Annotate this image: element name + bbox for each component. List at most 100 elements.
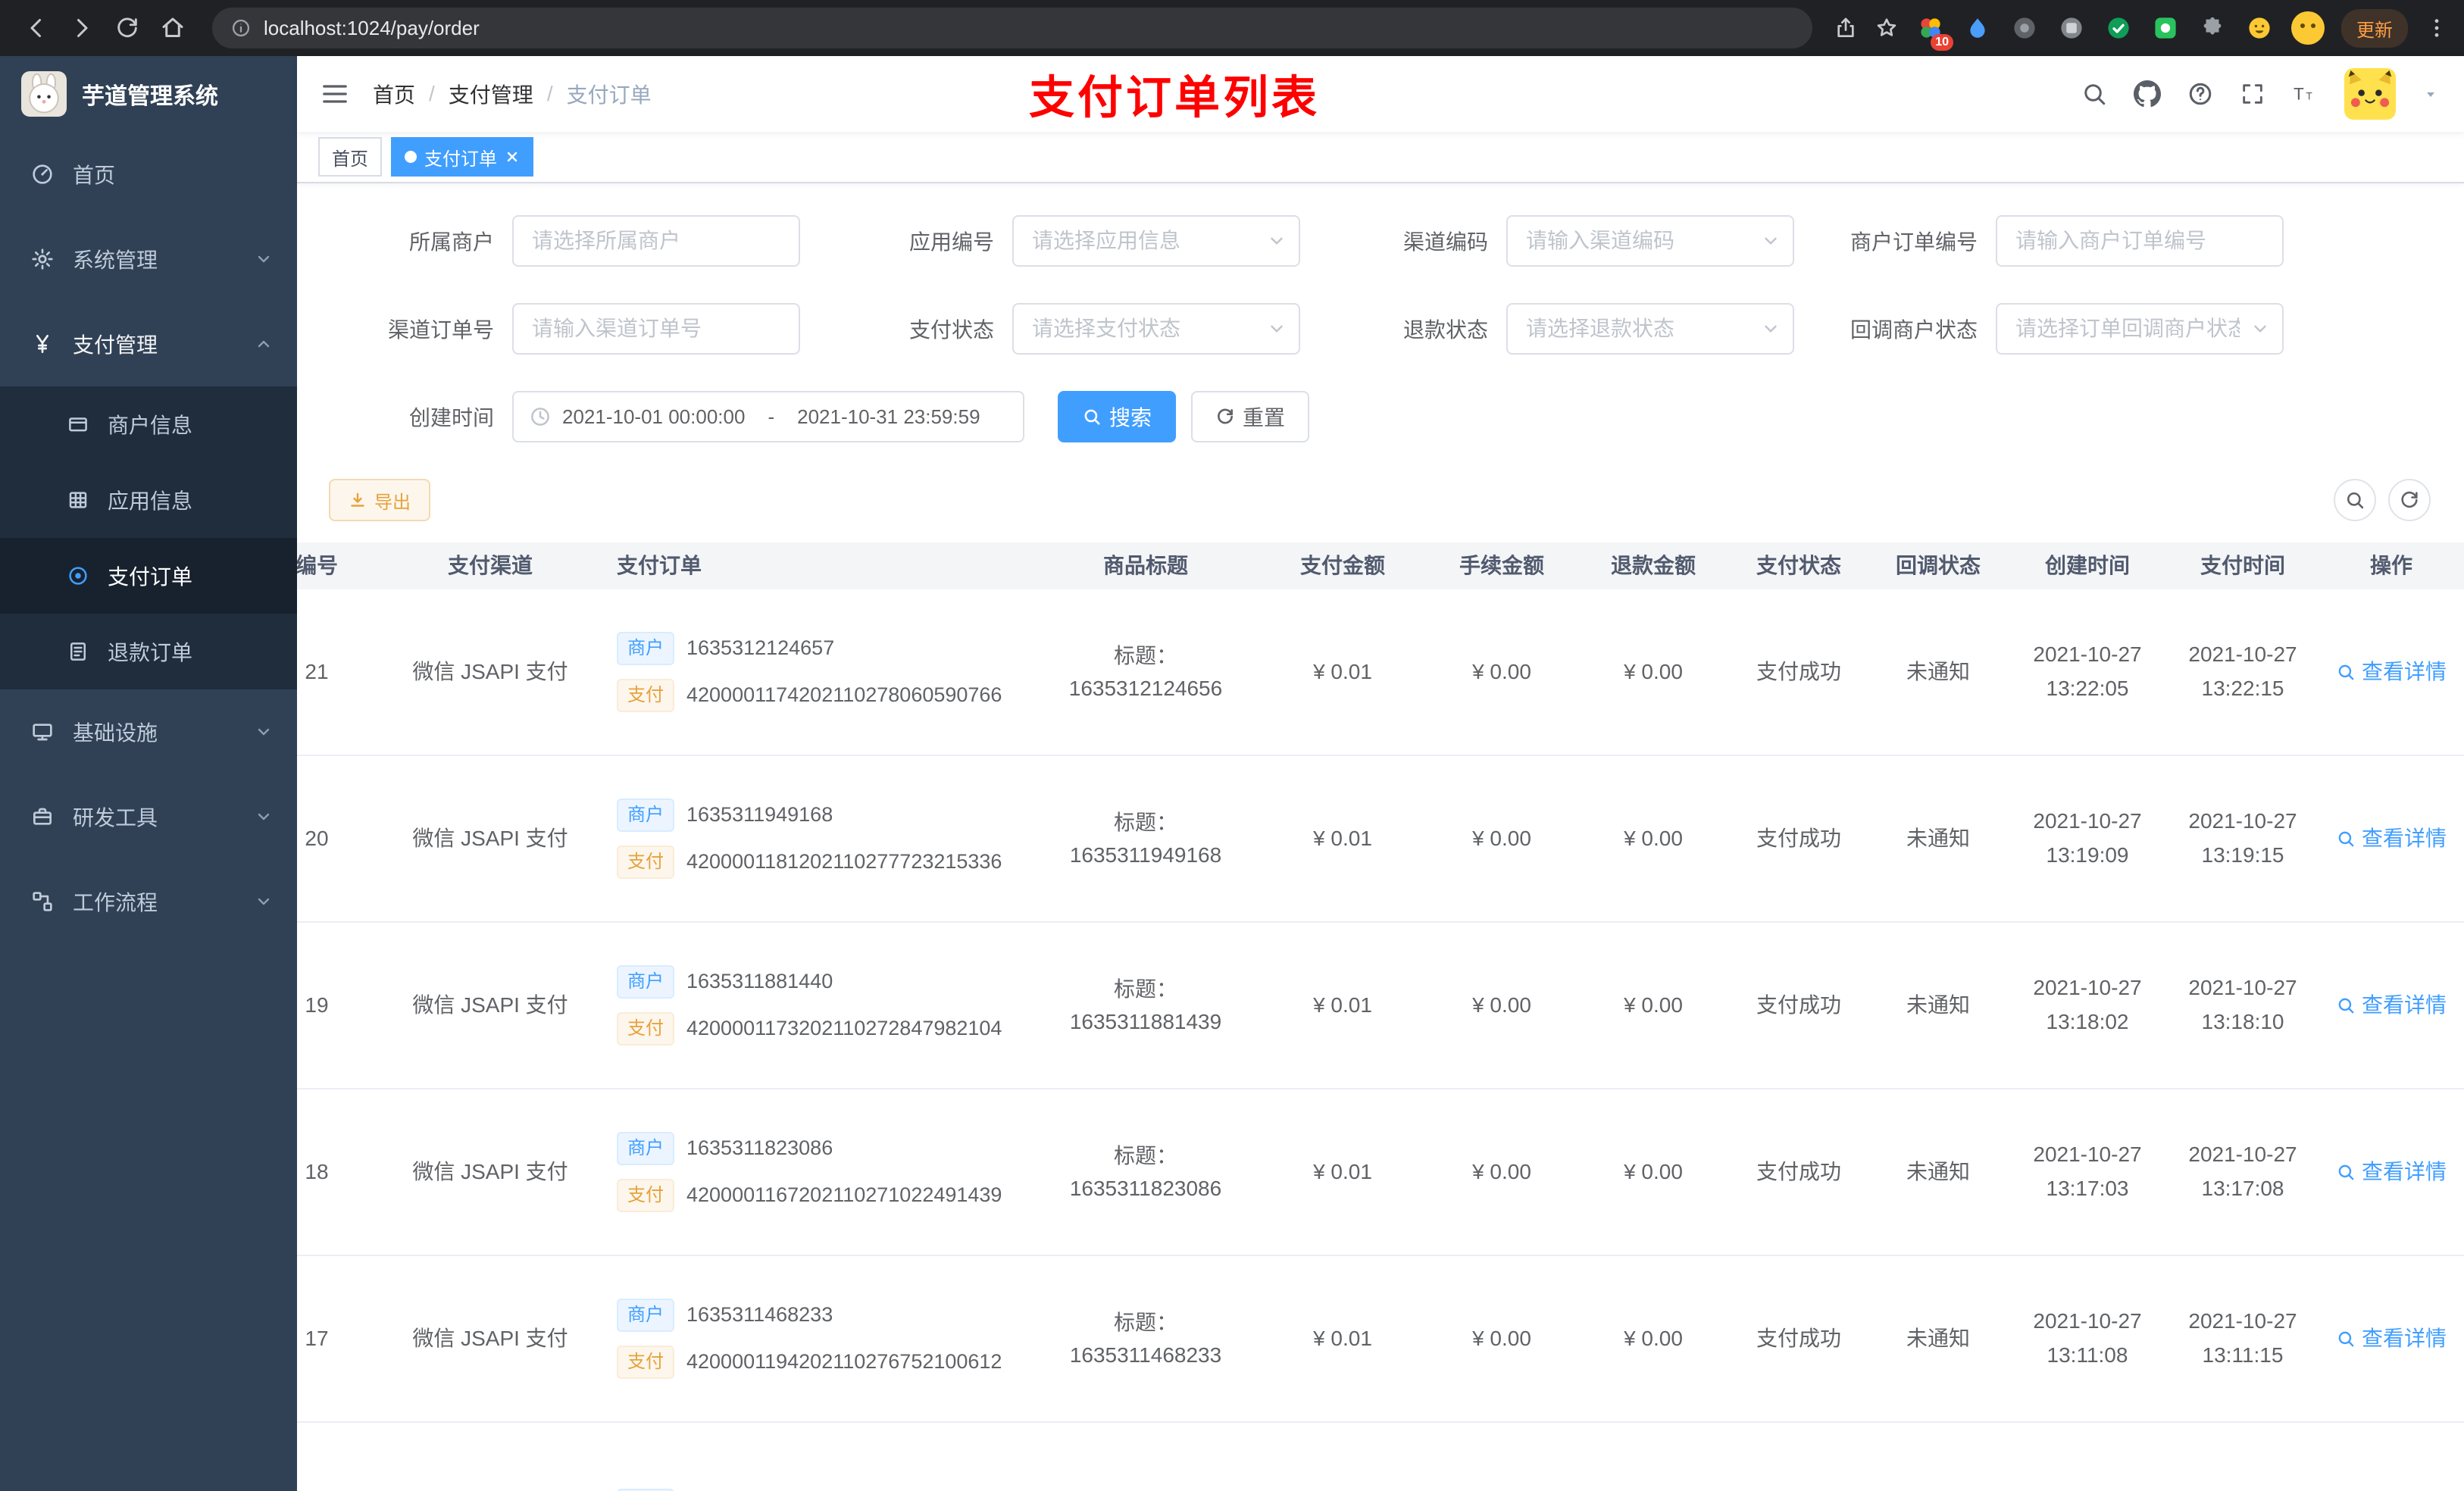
- view-detail-link[interactable]: 查看详情: [2336, 655, 2447, 688]
- tags-view: 首页 支付订单: [297, 132, 2464, 183]
- dashboard-icon: [30, 162, 55, 186]
- search-button[interactable]: 搜索: [1058, 391, 1177, 442]
- extension-icon-2[interactable]: [1962, 13, 1993, 43]
- back-icon[interactable]: [15, 7, 58, 49]
- home-icon[interactable]: [152, 7, 194, 49]
- user-avatar-pikachu[interactable]: [2344, 68, 2396, 120]
- fullscreen-icon[interactable]: [2240, 81, 2265, 107]
- cell-refund: ¥ 0.00: [1624, 660, 1683, 684]
- sidebar-item-payment[interactable]: 支付管理: [0, 302, 297, 386]
- filter-create-time: 创建时间 2021-10-01 00:00:00 - 2021-10-31 23…: [297, 391, 1024, 442]
- magnifier-icon: [2336, 1329, 2356, 1349]
- filter-refund-status: 退款状态: [1282, 303, 1794, 355]
- kebab-menu-icon[interactable]: [2425, 16, 2449, 40]
- filter-label: 创建时间: [408, 406, 494, 430]
- view-detail-link[interactable]: 查看详情: [2336, 989, 2447, 1021]
- cell-callback: 未通知: [1906, 1160, 1970, 1184]
- channel-order-no-input[interactable]: [512, 303, 800, 355]
- view-detail-link[interactable]: 查看详情: [2336, 1322, 2447, 1355]
- table-row-partial: 商户1635311915736: [297, 1423, 2464, 1491]
- sidebar-item-pay-order[interactable]: 支付订单: [0, 538, 297, 614]
- cell-pay-time: 2021-10-27 13:11:15: [2188, 1309, 2297, 1367]
- cell-callback: 未通知: [1906, 993, 1970, 1017]
- cell-amount: ¥ 0.01: [1313, 1160, 1372, 1184]
- cell-title: 标题：1635311823086: [1069, 1143, 1222, 1200]
- merchant-filter-input[interactable]: [512, 215, 800, 267]
- cell-action: 查看详情: [2319, 655, 2464, 688]
- view-detail-link[interactable]: 查看详情: [2336, 822, 2447, 855]
- github-icon[interactable]: [2134, 80, 2161, 108]
- tag-pay-order[interactable]: 支付订单: [391, 137, 533, 177]
- hamburger-icon[interactable]: [297, 79, 373, 109]
- help-icon[interactable]: [2187, 80, 2214, 108]
- cell-create-time: 2021-10-27 13:17:03: [2033, 1142, 2142, 1200]
- browser-update-button[interactable]: 更新: [2341, 8, 2408, 48]
- filter-label: 商户订单编号: [1850, 230, 1978, 254]
- merchant-tag: 商户: [617, 965, 674, 999]
- sidebar-item-refund-order[interactable]: 退款订单: [0, 614, 297, 689]
- breadcrumb: 首页 / 支付管理 / 支付订单: [373, 79, 652, 109]
- sidebar-item-app-info[interactable]: 应用信息: [0, 462, 297, 538]
- chevron-down-icon: [255, 808, 273, 826]
- chevron-down-icon: [255, 723, 273, 741]
- chevron-down-icon: [255, 250, 273, 268]
- share-icon[interactable]: [1834, 16, 1858, 40]
- forward-icon[interactable]: [61, 7, 103, 49]
- breadcrumb-current: 支付订单: [566, 83, 652, 107]
- toggle-search-button[interactable]: [2334, 479, 2376, 521]
- cell-amount: ¥ 0.01: [1313, 993, 1372, 1017]
- search-icon[interactable]: [2081, 80, 2108, 108]
- breadcrumb-payment[interactable]: 支付管理: [449, 79, 533, 109]
- extension-icon-5[interactable]: [2103, 13, 2134, 43]
- address-bar[interactable]: localhost:1024/pay/order: [212, 8, 1812, 48]
- cell-channel: 微信 JSAPI 支付: [412, 827, 568, 851]
- puzzle-extensions-icon[interactable]: [2197, 13, 2228, 43]
- close-icon[interactable]: [505, 149, 520, 164]
- callback-status-select[interactable]: [1996, 303, 2284, 355]
- cell-refund: ¥ 0.00: [1624, 993, 1683, 1017]
- info-icon[interactable]: [230, 17, 252, 39]
- pay-status-select[interactable]: [1012, 303, 1300, 355]
- wallet-icon: [67, 413, 89, 436]
- view-detail-link[interactable]: 查看详情: [2336, 1155, 2447, 1188]
- cell-action: 查看详情: [2319, 1322, 2464, 1355]
- sidebar-item-infrastructure[interactable]: 基础设施: [0, 689, 297, 774]
- col-header-pay-time: 支付时间: [2200, 554, 2285, 578]
- workflow-icon: [30, 889, 55, 914]
- cell-title: 标题：1635311949168: [1069, 810, 1222, 867]
- reset-button[interactable]: 重置: [1191, 391, 1310, 442]
- cell-create-time: 2021-10-27 13:18:02: [2033, 976, 2142, 1033]
- sidebar-item-merchant-info[interactable]: 商户信息: [0, 386, 297, 462]
- pay-tag: 支付: [617, 1346, 674, 1379]
- sidebar-item-workflow[interactable]: 工作流程: [0, 859, 297, 944]
- cell-status: 支付成功: [1756, 1160, 1841, 1184]
- bookmark-star-icon[interactable]: [1875, 16, 1899, 40]
- export-button[interactable]: 导出: [329, 479, 430, 521]
- emoji-extension-icon[interactable]: [2244, 13, 2275, 43]
- cell-channel: 微信 JSAPI 支付: [412, 1327, 568, 1351]
- brand[interactable]: 芋道管理系统: [0, 56, 297, 132]
- sidebar-item-dev-tools[interactable]: 研发工具: [0, 774, 297, 859]
- cell-status: 支付成功: [1756, 993, 1841, 1017]
- browser-profile-avatar[interactable]: [2291, 11, 2325, 45]
- sidebar-item-home[interactable]: 首页: [0, 132, 297, 217]
- extension-icon-1[interactable]: 10: [1915, 13, 1953, 51]
- app-no-select[interactable]: [1012, 215, 1300, 267]
- merchant-order-no-input[interactable]: [1996, 215, 2284, 267]
- reload-icon[interactable]: [106, 7, 149, 49]
- extension-icon-6[interactable]: [2150, 13, 2181, 43]
- navbar-actions: TT: [2081, 68, 2464, 120]
- breadcrumb-home[interactable]: 首页: [373, 79, 415, 109]
- sidebar-item-label: 支付管理: [73, 333, 158, 357]
- tag-home[interactable]: 首页: [318, 137, 382, 177]
- extension-icon-4[interactable]: [2056, 13, 2087, 43]
- sidebar: 芋道管理系统 首页 系统管理 支付管理 商户信息 应用信息 支付订单 退款订单 …: [0, 56, 297, 1491]
- date-range-picker[interactable]: 2021-10-01 00:00:00 - 2021-10-31 23:59:5…: [512, 391, 1024, 442]
- extension-icon-3[interactable]: [2009, 13, 2040, 43]
- refresh-table-button[interactable]: [2388, 479, 2431, 521]
- svg-text:T: T: [2306, 91, 2312, 102]
- caret-down-icon[interactable]: [2422, 85, 2440, 103]
- font-size-icon[interactable]: TT: [2291, 80, 2319, 108]
- sidebar-item-system[interactable]: 系统管理: [0, 217, 297, 302]
- channel-pay-no: 4200001181202110277723215336: [686, 850, 1002, 874]
